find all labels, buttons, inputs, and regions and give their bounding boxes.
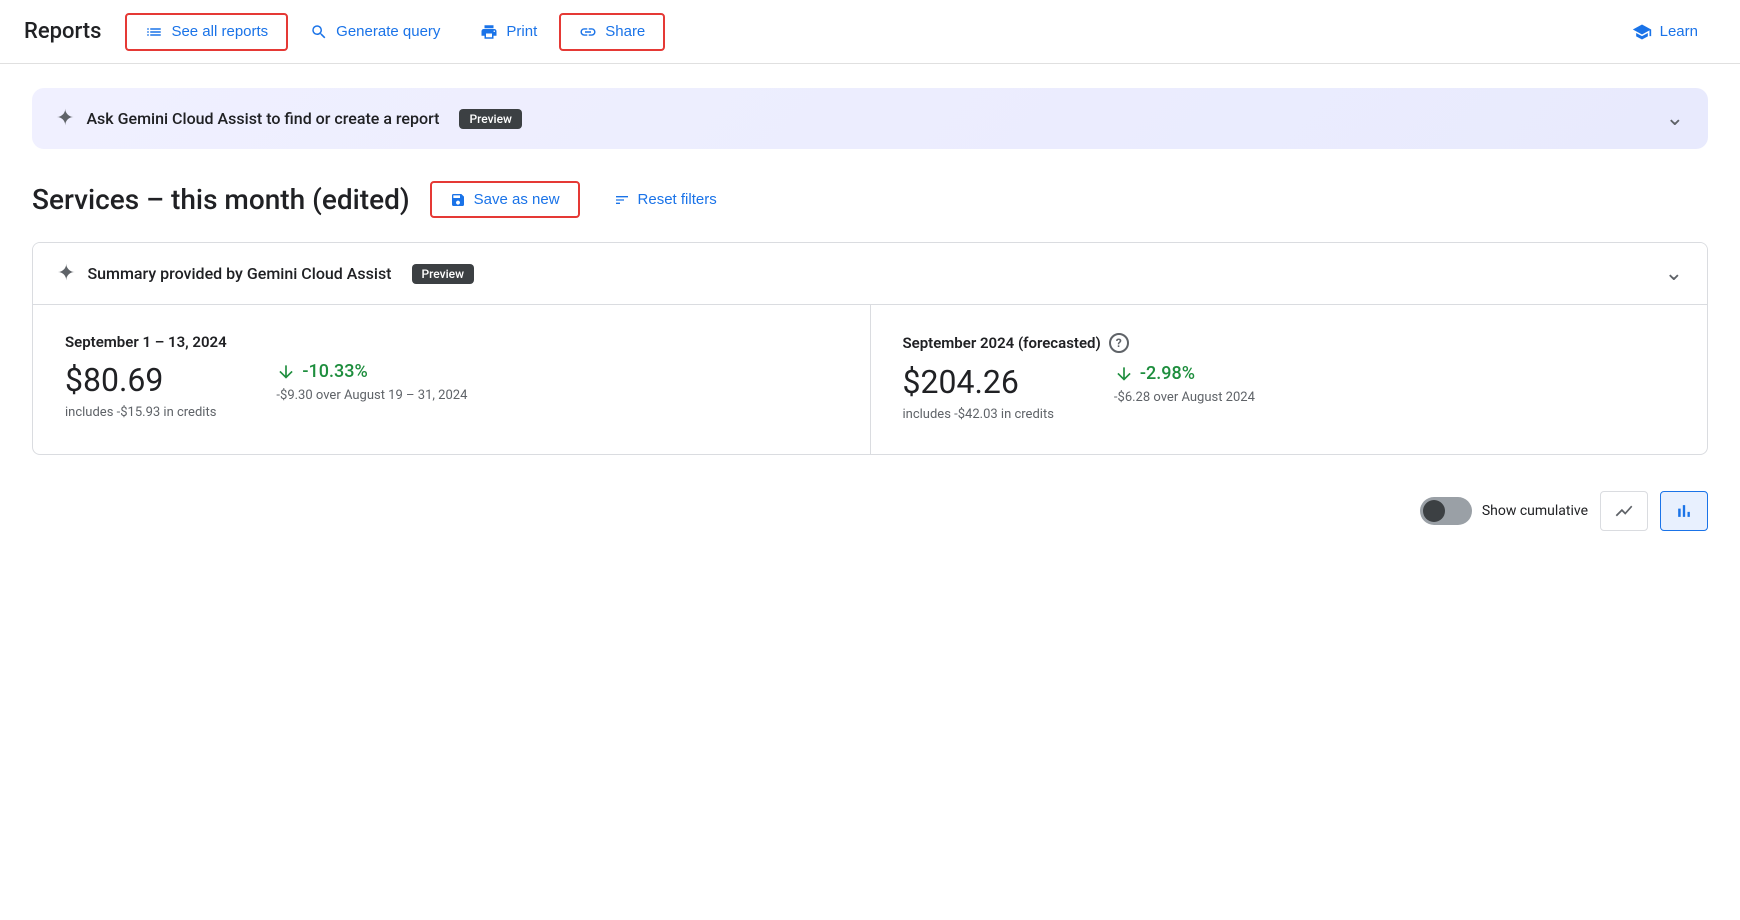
cumulative-toggle: Show cumulative bbox=[1420, 497, 1588, 525]
show-cumulative-label: Show cumulative bbox=[1482, 503, 1588, 519]
arrow-down-icon-2 bbox=[1114, 364, 1134, 384]
cumulative-switch[interactable] bbox=[1420, 497, 1472, 525]
summary-card: ✦ Summary provided by Gemini Cloud Assis… bbox=[32, 242, 1708, 455]
sparkle-icon: ✦ bbox=[56, 106, 74, 131]
summary-period-2: September 2024 (forecasted) ? $204.26 in… bbox=[871, 305, 1708, 454]
period-2-amount: $204.26 bbox=[903, 363, 1054, 401]
summary-chevron-icon: ⌄ bbox=[1665, 261, 1683, 286]
period-2-label: September 2024 (forecasted) ? bbox=[903, 333, 1676, 353]
summary-card-header[interactable]: ✦ Summary provided by Gemini Cloud Assis… bbox=[33, 243, 1707, 304]
generate-query-button[interactable]: Generate query bbox=[292, 15, 458, 49]
print-icon bbox=[480, 23, 498, 41]
bottom-toolbar: Show cumulative bbox=[32, 479, 1708, 543]
gemini-banner[interactable]: ✦ Ask Gemini Cloud Assist to find or cre… bbox=[32, 88, 1708, 149]
see-all-reports-button[interactable]: See all reports bbox=[125, 13, 288, 51]
learn-icon bbox=[1632, 22, 1652, 42]
line-chart-button[interactable] bbox=[1600, 491, 1648, 531]
arrow-down-icon-1 bbox=[276, 362, 296, 382]
report-title: Services – this month (edited) bbox=[32, 183, 410, 216]
save-as-new-label: Save as new bbox=[474, 191, 560, 208]
print-button[interactable]: Print bbox=[462, 15, 555, 49]
preview-badge: Preview bbox=[459, 109, 522, 129]
info-icon[interactable]: ? bbox=[1109, 333, 1129, 353]
toggle-knob bbox=[1423, 500, 1445, 522]
chevron-down-icon: ⌄ bbox=[1666, 106, 1684, 131]
period-2-comparison: -$6.28 over August 2024 bbox=[1114, 390, 1255, 405]
summary-card-title: Summary provided by Gemini Cloud Assist bbox=[87, 264, 391, 283]
top-nav: Reports See all reports Generate query P… bbox=[0, 0, 1740, 64]
learn-button[interactable]: Learn bbox=[1614, 14, 1716, 50]
report-header: Services – this month (edited) Save as n… bbox=[32, 181, 1708, 218]
save-icon bbox=[450, 192, 466, 208]
bar-chart-button[interactable] bbox=[1660, 491, 1708, 531]
reset-filters-label: Reset filters bbox=[638, 191, 717, 208]
share-icon bbox=[579, 23, 597, 41]
period-1-change: -10.33% bbox=[276, 361, 467, 382]
gemini-banner-left: ✦ Ask Gemini Cloud Assist to find or cre… bbox=[56, 106, 522, 131]
period-1-credits: includes -$15.93 in credits bbox=[65, 405, 216, 420]
summary-card-body: September 1 – 13, 2024 $80.69 includes -… bbox=[33, 304, 1707, 454]
list-icon bbox=[145, 23, 163, 41]
main-content: ✦ Ask Gemini Cloud Assist to find or cre… bbox=[0, 64, 1740, 567]
summary-card-header-left: ✦ Summary provided by Gemini Cloud Assis… bbox=[57, 261, 474, 286]
share-button[interactable]: Share bbox=[559, 13, 665, 51]
sparkle-icon-2: ✦ bbox=[57, 261, 75, 286]
summary-preview-badge: Preview bbox=[412, 264, 475, 284]
bar-chart-icon bbox=[1674, 501, 1694, 521]
period-1-comparison: -$9.30 over August 19 – 31, 2024 bbox=[276, 388, 467, 403]
period-2-change: -2.98% bbox=[1114, 363, 1255, 384]
query-icon bbox=[310, 23, 328, 41]
gemini-banner-text: Ask Gemini Cloud Assist to find or creat… bbox=[86, 109, 439, 128]
filter-icon bbox=[614, 192, 630, 208]
summary-period-1: September 1 – 13, 2024 $80.69 includes -… bbox=[33, 305, 871, 454]
period-2-credits: includes -$42.03 in credits bbox=[903, 407, 1054, 422]
period-1-amount: $80.69 bbox=[65, 361, 216, 399]
reset-filters-button[interactable]: Reset filters bbox=[600, 183, 731, 216]
save-as-new-button[interactable]: Save as new bbox=[430, 181, 580, 218]
period-1-label: September 1 – 13, 2024 bbox=[65, 333, 838, 351]
line-chart-icon bbox=[1614, 501, 1634, 521]
app-title: Reports bbox=[24, 19, 101, 44]
